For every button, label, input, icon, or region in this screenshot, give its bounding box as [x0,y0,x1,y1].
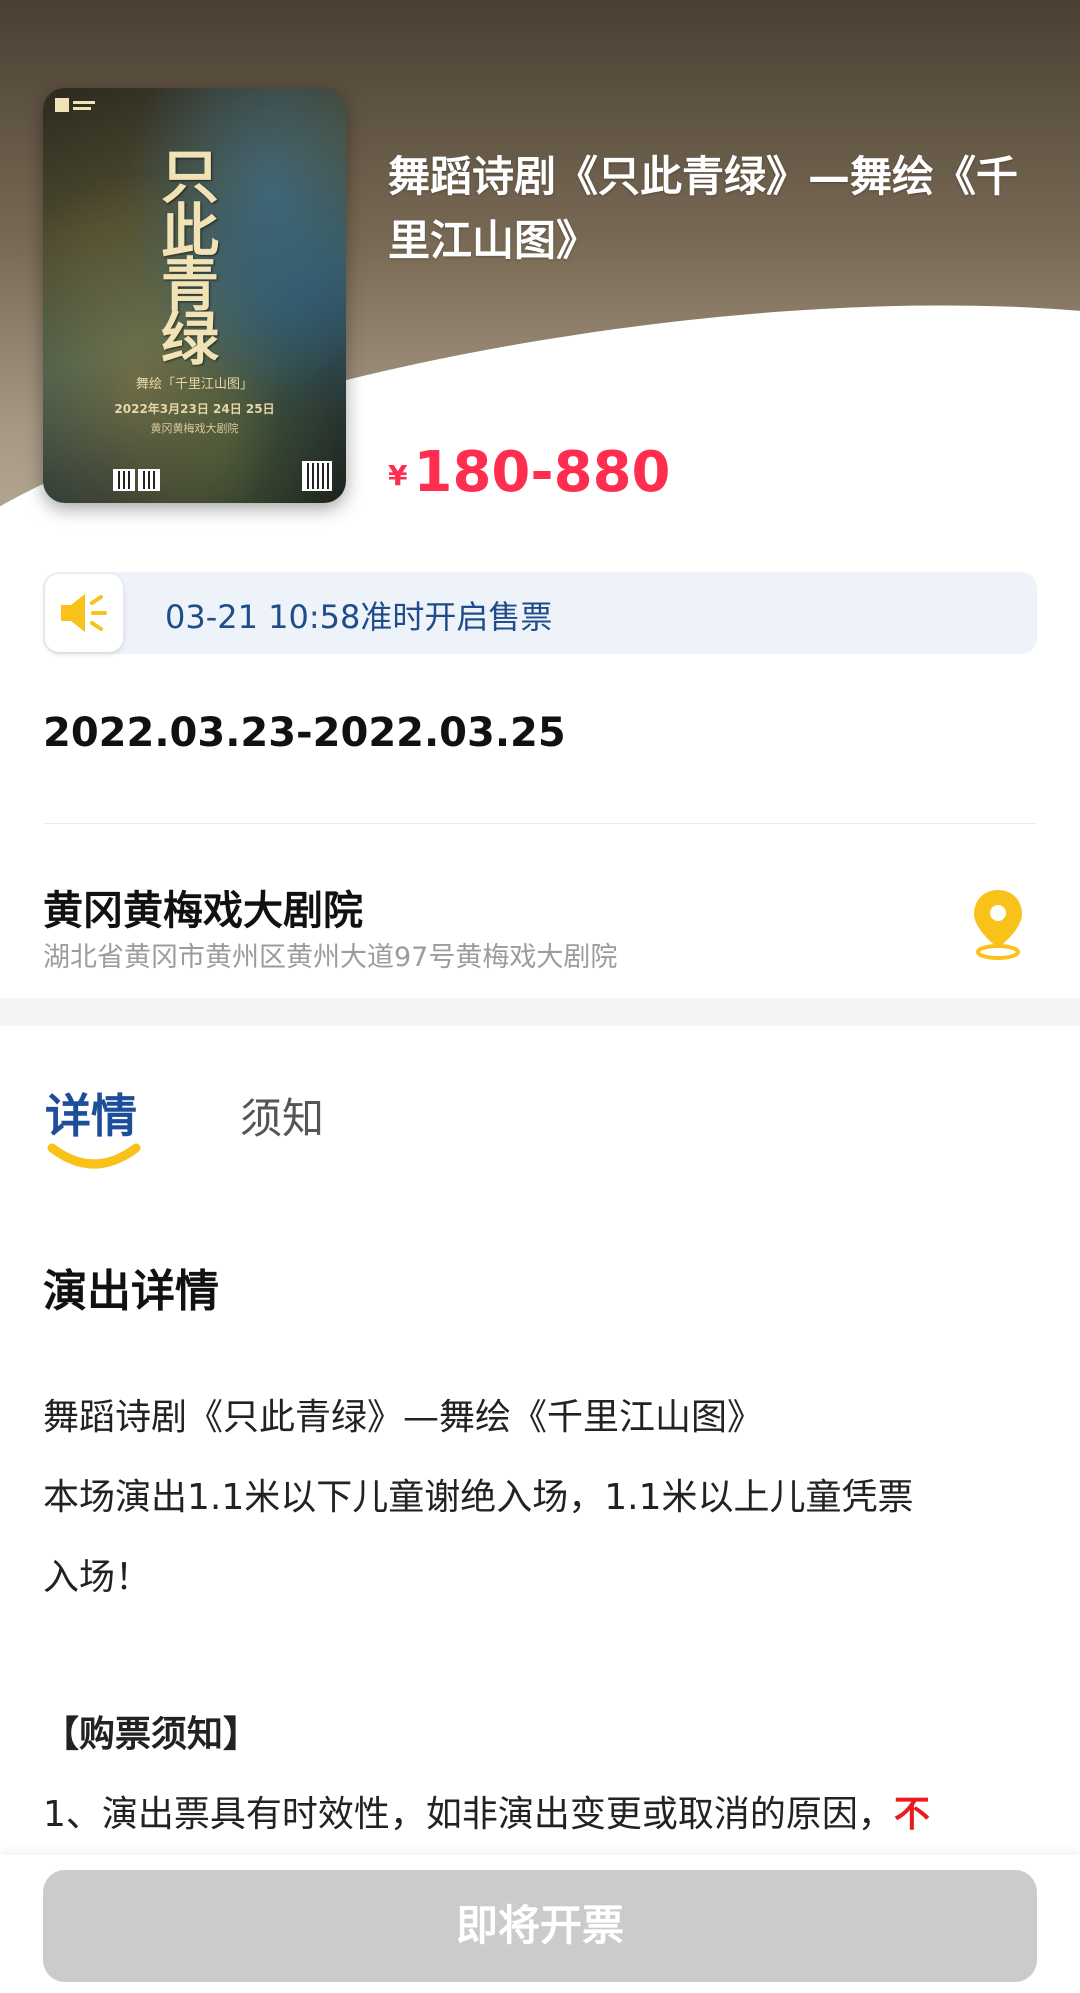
detail-heading: 演出详情 [43,1266,219,1317]
detail-paragraph: 本场演出1.1米以下儿童谢绝入场，1.1米以上儿童凭票 [43,1477,914,1518]
poster-venue: 黄冈黄梅戏大剧院 [150,422,239,435]
performance-date-range[interactable]: 2022.03.23-2022.03.25 [43,710,566,756]
poster-title: 只此青绿 [151,146,219,362]
qr-code-icon [138,469,160,491]
section-separator [0,998,1080,1026]
purchase-notice-emphasis: 不 [893,1794,930,1835]
show-title: 舞蹈诗剧《只此青绿》—舞绘《千里江山图》 [388,152,1019,265]
speaker-icon [61,594,107,632]
detail-paragraph: 入场！ [43,1557,152,1598]
poster-logo [55,98,95,112]
sale-notice-text: 03-21 10:58准时开启售票 [165,598,553,636]
purchase-notice-heading: 【购票须知】 [43,1714,260,1755]
active-tab-indicator [47,1143,141,1169]
tab-notice[interactable]: 须知 [240,1085,324,1146]
show-poster[interactable]: 只此青绿 舞绘「千里江山图」 2022年3月23日 24日 25日 黄冈黄梅戏大… [43,88,346,503]
detail-paragraph: 舞蹈诗剧《只此青绿》—舞绘《千里江山图》 [43,1397,764,1438]
location-pin-icon[interactable] [970,888,1026,960]
divider [43,823,1037,824]
venue-address[interactable]: 湖北省黄冈市黄州区黄州大道97号黄梅戏大剧院 [43,935,617,974]
purchase-notice-text: 1、演出票具有时效性，如非演出变更或取消的原因， [43,1794,894,1835]
purchase-notice-line: 1、演出票具有时效性，如非演出变更或取消的原因，不 [43,1785,930,1837]
poster-date: 2022年3月23日 24日 25日 [114,402,275,416]
detail-body: 舞蹈诗剧《只此青绿》—舞绘《千里江山图》 本场演出1.1米以下儿童谢绝入场，1.… [43,1378,1043,1618]
coming-soon-button[interactable]: 即将开票 [43,1870,1037,1982]
price-range: 180-880 [413,440,671,505]
notice-icon-container [45,574,123,652]
qr-code-icon [113,469,135,491]
sale-notice-banner: 03-21 10:58准时开启售票 [43,572,1037,654]
poster-subtitle: 舞绘「千里江山图」 [135,377,253,392]
qr-code-icon [302,461,332,491]
tab-details[interactable]: 详情 [45,1080,137,1146]
venue-name[interactable]: 黄冈黄梅戏大剧院 [43,878,363,936]
currency-symbol: ¥ [388,459,408,492]
price: ¥180-880 [388,440,671,505]
